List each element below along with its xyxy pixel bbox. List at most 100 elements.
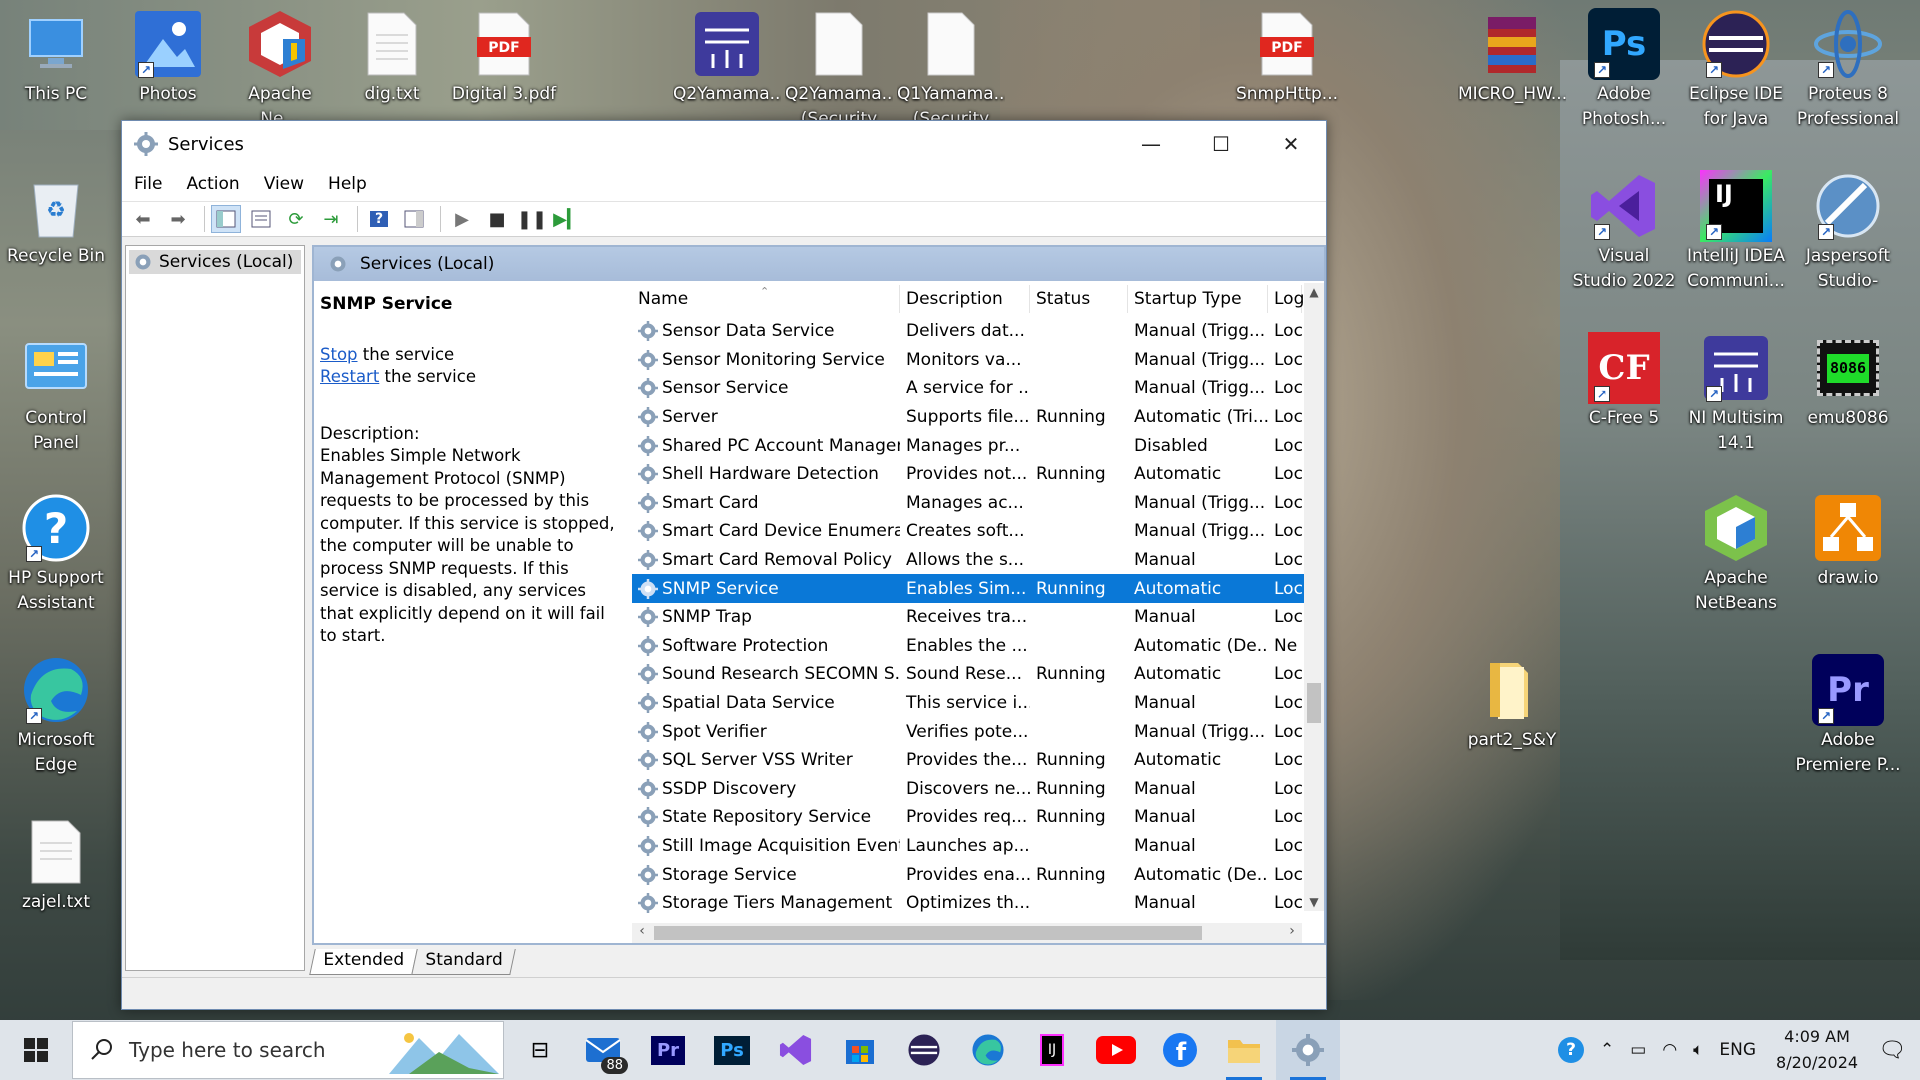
forward-button[interactable]: ➡ [163,205,193,233]
desktop-icon-this-pc[interactable]: This PC [2,8,110,107]
taskbar-file-explorer[interactable] [1212,1020,1276,1080]
help-button[interactable]: ? [364,205,394,233]
scroll-right-icon[interactable]: › [1282,923,1302,939]
service-row[interactable]: Spot Verifier Verifies pote... Manual (Tri… [632,717,1322,746]
tab-extended[interactable]: Extended [309,949,418,975]
restart-service-link[interactable]: Restart [320,367,379,386]
taskbar-clock[interactable]: 4:09 AM 8/20/2024 [1776,1024,1858,1076]
desktop-icon-snmphttp-pdf[interactable]: PDF SnmpHttp... [1233,8,1341,107]
tab-standard[interactable]: Standard [410,949,516,975]
desktop-icon-recycle-bin[interactable]: ♻ Recycle Bin [2,170,110,269]
title-bar[interactable]: Services — ☐ ✕ [122,121,1326,167]
service-row[interactable]: Smart Card Device Enumerat... Creates sof… [632,517,1322,546]
desktop-icon-dig-txt[interactable]: dig.txt [338,8,446,107]
desktop-icon-photos[interactable]: ↗ Photos [114,8,222,107]
taskbar-premiere[interactable]: Pr [636,1020,700,1080]
column-header-status[interactable]: Status [1030,285,1128,313]
menu-view[interactable]: View [264,174,304,194]
service-row[interactable]: SQL Server VSS Writer Provides the... Runn… [632,746,1322,775]
wifi-icon[interactable]: ◠ [1662,1040,1677,1060]
service-row[interactable]: Sensor Monitoring Service Monitors va... M… [632,346,1322,375]
export-list-button[interactable]: ⇥ [316,205,346,233]
service-row[interactable]: Shell Hardware Detection Provides not... R… [632,460,1322,489]
desktop-icon-proteus[interactable]: ↗ Proteus 8 Professional [1794,8,1902,132]
close-button[interactable]: ✕ [1256,121,1326,167]
properties-button[interactable] [246,205,276,233]
column-header-log-on-as[interactable]: Log [1268,285,1304,313]
tray-help-icon[interactable]: ? [1558,1037,1585,1063]
battery-icon[interactable]: ▭ [1630,1040,1646,1060]
taskbar-photoshop[interactable]: Ps [700,1020,764,1080]
menu-action[interactable]: Action [186,174,239,194]
service-row[interactable]: Still Image Acquisition Events Launches a… [632,832,1322,861]
menu-file[interactable]: File [134,174,162,194]
desktop-icon-intellij[interactable]: IJ ↗ IntelliJ IDEA Communi... [1682,170,1790,294]
vertical-scrollbar[interactable]: ▲ ▼ [1304,283,1324,911]
desktop-icon-control-panel[interactable]: Control Panel [2,332,110,456]
show-console-tree-button[interactable] [211,205,241,233]
service-row[interactable]: State Repository Service Provides req... R… [632,803,1322,832]
taskbar-store[interactable] [828,1020,892,1080]
taskbar-facebook[interactable]: f [1148,1020,1212,1080]
desktop-icon-q2yamama-multisim[interactable]: Q2Yamama... [673,8,781,107]
pause-service-button[interactable]: ❚❚ [517,205,547,233]
minimize-button[interactable]: — [1116,121,1186,167]
refresh-button[interactable]: ⟳ [281,205,311,233]
service-row[interactable]: Software Protection Enables the ... Automa… [632,632,1322,661]
horizontal-scrollbar[interactable]: ‹ › [632,923,1302,943]
service-row[interactable]: Storage Service Provides ena... Running Aut… [632,860,1322,889]
taskbar-visual-studio[interactable] [764,1020,828,1080]
stop-service-button[interactable]: ■ [482,205,512,233]
desktop-icon-cfree[interactable]: CF ↗ C-Free 5 [1570,332,1678,431]
service-row[interactable]: Storage Tiers Management Optimizes th... M… [632,889,1322,918]
vertical-scroll-thumb[interactable] [1307,683,1321,723]
taskbar-youtube[interactable] [1084,1020,1148,1080]
desktop-icon-digital3-pdf[interactable]: PDF Digital 3.pdf [450,8,558,107]
language-indicator[interactable]: ENG [1719,1040,1756,1060]
scroll-down-icon[interactable]: ▼ [1304,895,1324,909]
column-header-startup-type[interactable]: Startup Type [1128,285,1268,313]
scroll-left-icon[interactable]: ‹ [632,923,652,939]
service-row[interactable]: Sensor Service A service for ... Manual (T… [632,374,1322,403]
service-row[interactable]: Smart Card Removal Policy Allows the s...… [632,546,1322,575]
service-row[interactable]: Sound Research SECOMN S... Sound Rese... R… [632,660,1322,689]
maximize-button[interactable]: ☐ [1186,121,1256,167]
taskbar-intellij[interactable]: IJ [1020,1020,1084,1080]
service-row[interactable]: SNMP Service Enables Sim... Running Automat… [632,574,1322,603]
desktop-icon-apache-netbeans-top[interactable]: Apache Ne... [226,8,334,132]
start-button[interactable] [0,1020,72,1080]
desktop-icon-emu8086[interactable]: 8086 emu8086 [1794,332,1902,431]
service-row[interactable]: Shared PC Account Manager Manages pr... Di… [632,431,1322,460]
desktop-icon-eclipse[interactable]: ↗ Eclipse IDE for Java De... [1682,8,1790,132]
desktop-icon-q1yamama-security[interactable]: Q1Yamama... (Security co... [897,8,1005,132]
column-header-description[interactable]: Description [900,285,1030,313]
desktop-icon-q2yamama-security[interactable]: Q2Yamama... (Security co... [785,8,893,132]
taskbar-search-box[interactable]: Type here to search [72,1021,504,1079]
desktop-icon-zajel-txt[interactable]: zajel.txt [2,816,110,915]
stop-service-link[interactable]: Stop [320,345,358,364]
tree-item-services-local[interactable]: Services (Local) [129,250,301,274]
desktop-icon-visual-studio[interactable]: ↗ Visual Studio 2022 [1570,170,1678,294]
menu-help[interactable]: Help [328,174,367,194]
service-row[interactable]: Server Supports file... Running Automatic (… [632,403,1322,432]
service-row[interactable]: Smart Card Manages ac... Manual (Trigg... L… [632,489,1322,518]
service-row[interactable]: Spatial Data Service This service i... Man… [632,689,1322,718]
start-service-button[interactable]: ▶ [447,205,477,233]
desktop-icon-photoshop[interactable]: Ps ↗ Adobe Photosh... [1570,8,1678,132]
desktop-icon-ni-multisim[interactable]: ↗ NI Multisim 14.1 [1682,332,1790,456]
scroll-up-icon[interactable]: ▲ [1304,285,1324,299]
desktop-icon-edge[interactable]: ↗ Microsoft Edge [2,654,110,778]
desktop-icon-premiere[interactable]: Pr ↗ Adobe Premiere P... [1794,654,1902,778]
taskbar-eclipse[interactable] [892,1020,956,1080]
show-action-pane-button[interactable] [399,205,429,233]
task-view-button[interactable]: ⊟ [508,1020,572,1080]
desktop-icon-hp-support[interactable]: ? ↗ HP Support Assistant [2,492,110,616]
desktop-icon-drawio[interactable]: draw.io [1794,492,1902,591]
taskbar-services[interactable] [1276,1020,1340,1080]
desktop-icon-part2-folder[interactable]: part2_S&Y [1458,654,1566,753]
desktop-icon-micro-hw[interactable]: MICRO_HW... [1458,8,1566,107]
taskbar-edge[interactable] [956,1020,1020,1080]
service-row[interactable]: SNMP Trap Receives tra... Manual Loc [632,603,1322,632]
restart-service-button[interactable]: ▶▎ [552,205,582,233]
volume-icon[interactable]: 🔈︎ [1693,1040,1703,1060]
